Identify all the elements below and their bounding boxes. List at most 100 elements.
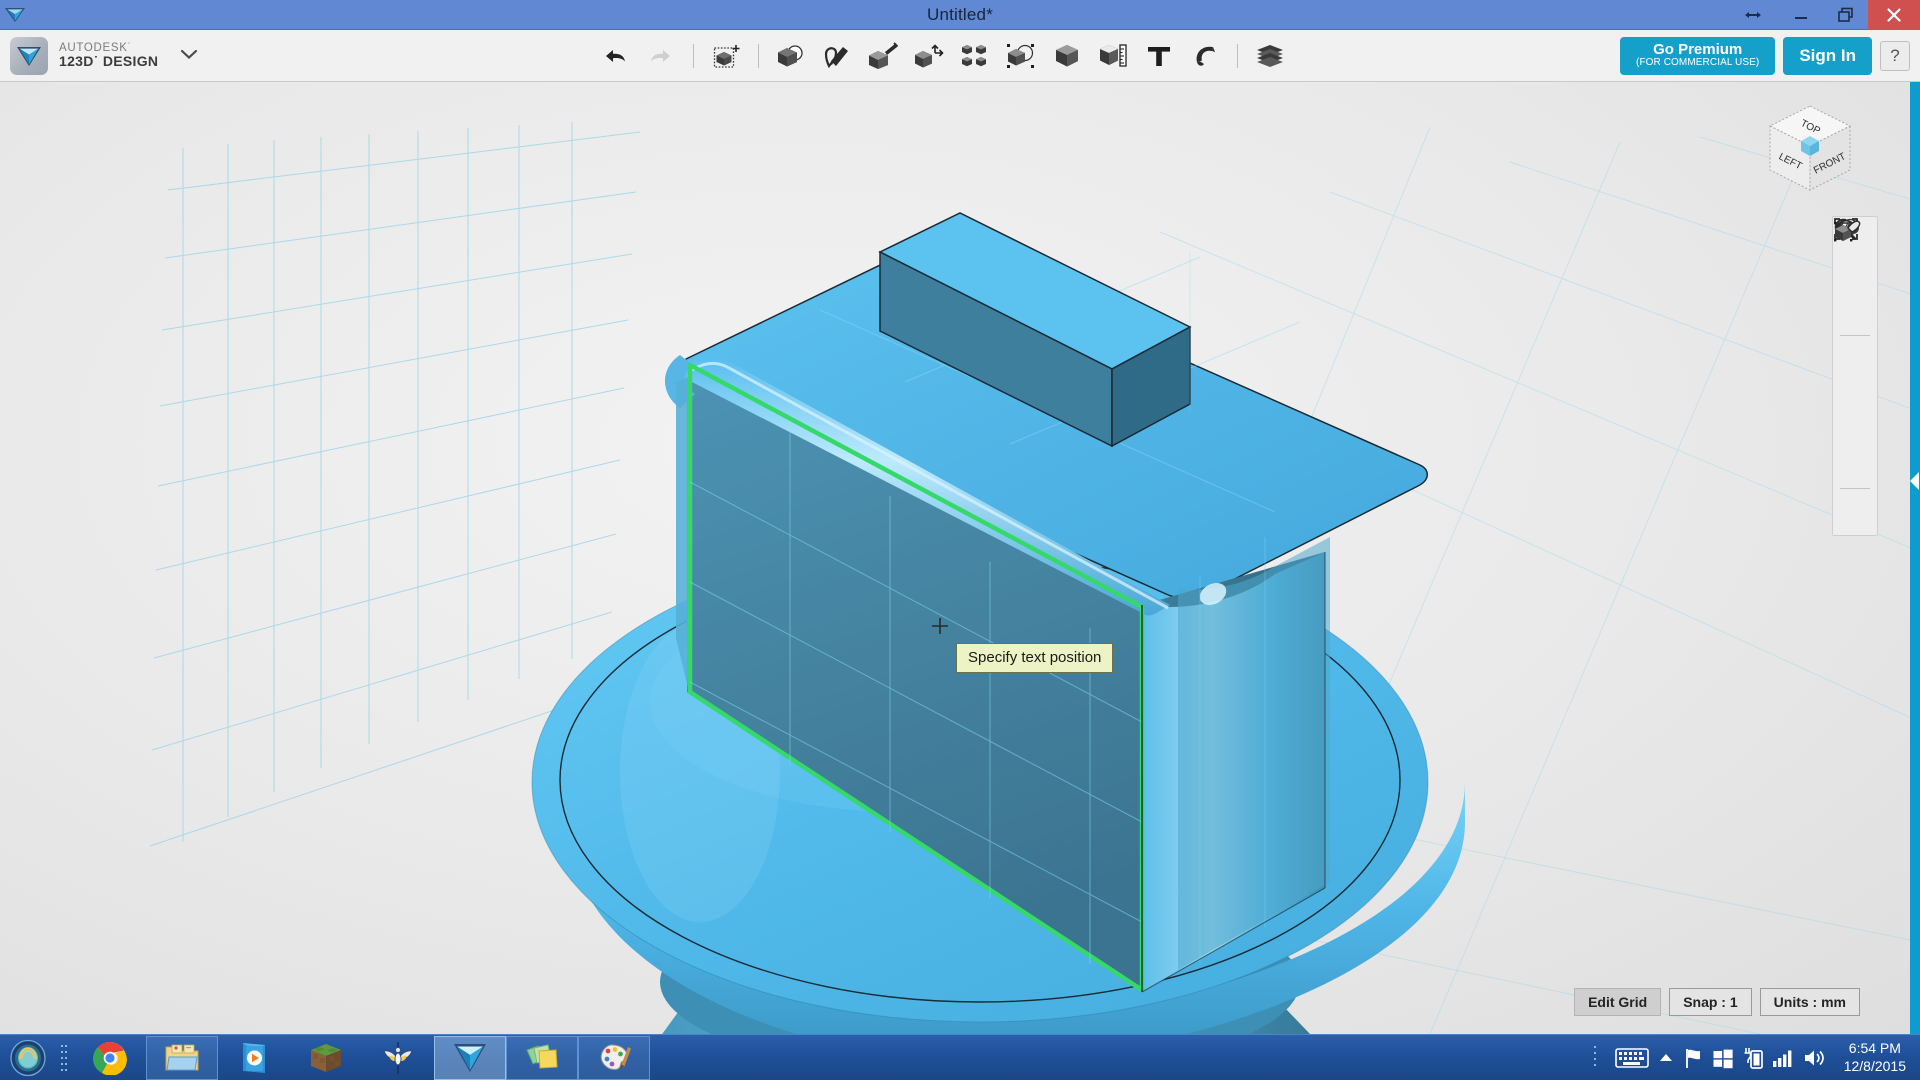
paint-palette-icon: [600, 1043, 631, 1070]
view-tools-toolbar: [1832, 216, 1878, 536]
notes-folder-icon: [526, 1043, 558, 1069]
touch-keyboard-button[interactable]: [1614, 1046, 1649, 1070]
go-premium-title: Go Premium: [1653, 41, 1743, 59]
windows-logo-icon: [1713, 1049, 1733, 1068]
collapse-panel-arrow-icon[interactable]: [1910, 472, 1919, 490]
primitive-cube-icon: [1056, 45, 1078, 67]
power-button[interactable]: [1743, 1046, 1763, 1070]
google-chrome-icon: [93, 1041, 127, 1075]
right-panel-edge[interactable]: [1910, 82, 1920, 1034]
crosshair-cursor-icon: [932, 618, 948, 634]
grid-display-button[interactable]: [1834, 222, 1875, 484]
redo-button[interactable]: [642, 36, 680, 76]
grouping-button[interactable]: [1002, 36, 1040, 76]
windows-notification-button[interactable]: [1712, 1047, 1734, 1069]
application-window: Untitled* AUTODESK˙ 123D˙ DESIGN Go Prem…: [0, 0, 1920, 1080]
text-tool-button[interactable]: [1140, 36, 1178, 76]
measure-button[interactable]: [1094, 36, 1132, 76]
winged-emblem-icon: [383, 1041, 413, 1074]
tray-grip: [1588, 1041, 1606, 1075]
windows-taskbar: 6:54 PM 12/8/2015: [0, 1034, 1920, 1080]
system-tray: 6:54 PM 12/8/2015: [1588, 1035, 1920, 1080]
taskbar-item-paint[interactable]: [578, 1035, 650, 1080]
view-modes-button[interactable]: [1835, 218, 1875, 412]
taskbar-item-minecraft[interactable]: [290, 1036, 362, 1080]
start-orb-icon[interactable]: [0, 1035, 56, 1080]
toolbar-separator: [1237, 44, 1238, 68]
network-button[interactable]: [1772, 1048, 1794, 1068]
autodesk-123d-logo-icon: [454, 1043, 486, 1072]
application-toolbar: AUTODESK˙ 123D˙ DESIGN Go Premium (FOR C…: [0, 30, 1920, 82]
3d-viewport[interactable]: Specify text position TOP LEFT FRONT Edi…: [0, 82, 1920, 1034]
autodesk-app-icon: [10, 36, 48, 75]
material-bucket-icon: [1834, 220, 1861, 242]
taskbar-item-game-launcher[interactable]: [362, 1036, 434, 1080]
viewcube[interactable]: TOP LEFT FRONT: [1762, 100, 1858, 196]
taskbar-items: [74, 1035, 650, 1080]
visibility-button[interactable]: [1834, 220, 1875, 448]
materials-button[interactable]: [1834, 220, 1875, 529]
modify-button[interactable]: [910, 36, 948, 76]
material-stack-icon: [1257, 45, 1283, 67]
measure-ruler-icon: [1100, 44, 1127, 67]
taskbar-grip[interactable]: [56, 1041, 74, 1075]
toolbar-separator: [758, 44, 759, 68]
restore-button[interactable]: [1824, 0, 1868, 30]
close-button[interactable]: [1868, 0, 1920, 30]
pattern-grid-icon: [962, 45, 986, 67]
edit-grid-button[interactable]: Edit Grid: [1574, 988, 1662, 1016]
keyboard-icon: [1614, 1047, 1649, 1068]
minimize-button[interactable]: [1778, 0, 1824, 30]
show-hidden-icons-button[interactable]: [1658, 1051, 1674, 1065]
sketch-pencil-icon: [824, 47, 848, 69]
chevron-up-icon: [1659, 1053, 1672, 1061]
zoom-button[interactable]: [1834, 218, 1875, 331]
signal-bars-icon: [1772, 1050, 1792, 1067]
combine-button[interactable]: [772, 36, 810, 76]
clock-time: 6:54 PM: [1848, 1040, 1901, 1056]
snap-value[interactable]: Snap : 1: [1669, 988, 1752, 1016]
taskbar-clock[interactable]: 6:54 PM 12/8/2015: [1836, 1040, 1912, 1075]
tool-separator: [1840, 488, 1870, 489]
primitives-button[interactable]: [1048, 36, 1086, 76]
window-title: Untitled*: [926, 4, 994, 24]
pattern-button[interactable]: [956, 36, 994, 76]
sign-in-button[interactable]: Sign In: [1783, 37, 1872, 75]
orbit-button[interactable]: [1835, 219, 1875, 295]
action-center-button[interactable]: [1683, 1047, 1703, 1069]
sketch-button[interactable]: [818, 36, 856, 76]
units-value[interactable]: Units : mm: [1759, 988, 1860, 1016]
text-tool-icon: [1148, 47, 1170, 66]
undo-button[interactable]: [596, 36, 634, 76]
help-button[interactable]: ?: [1880, 41, 1910, 71]
media-player-icon: [243, 1042, 265, 1073]
fit-view-button[interactable]: [1834, 218, 1875, 376]
flag-icon: [1685, 1048, 1700, 1068]
toolbar-separator: [693, 44, 694, 68]
modify-move-icon: [915, 44, 944, 68]
volume-button[interactable]: [1803, 1047, 1827, 1069]
undo-arrow-icon: [606, 50, 625, 62]
taskbar-item-sticky-notes[interactable]: [506, 1035, 578, 1080]
command-tooltip: Specify text position: [956, 643, 1114, 673]
go-premium-button[interactable]: Go Premium (FOR COMMERCIAL USE): [1620, 37, 1776, 75]
snap-button[interactable]: [1186, 36, 1224, 76]
material-button[interactable]: [1251, 36, 1289, 76]
snap-magnet-icon: [1196, 46, 1215, 66]
taskbar-item-chrome[interactable]: [74, 1036, 146, 1080]
battery-plug-icon: [1744, 1047, 1763, 1069]
redo-arrow-icon: [651, 50, 670, 62]
tool-separator: [1840, 335, 1870, 336]
window-controls: [1728, 0, 1920, 30]
resize-horizontal-icon[interactable]: [1728, 0, 1778, 30]
construct-extrude-icon: [869, 42, 898, 69]
chevron-down-icon[interactable]: [180, 47, 198, 65]
grouping-icon: [1007, 44, 1034, 68]
taskbar-item-123d-design[interactable]: [434, 1035, 506, 1080]
brand-line-2: 123D˙ DESIGN: [59, 53, 159, 70]
transform-button[interactable]: [707, 36, 745, 76]
construct-button[interactable]: [864, 36, 902, 76]
taskbar-item-file-explorer[interactable]: [146, 1035, 218, 1080]
taskbar-item-media-player[interactable]: [218, 1036, 290, 1080]
brand-menu[interactable]: AUTODESK˙ 123D˙ DESIGN: [0, 36, 198, 75]
